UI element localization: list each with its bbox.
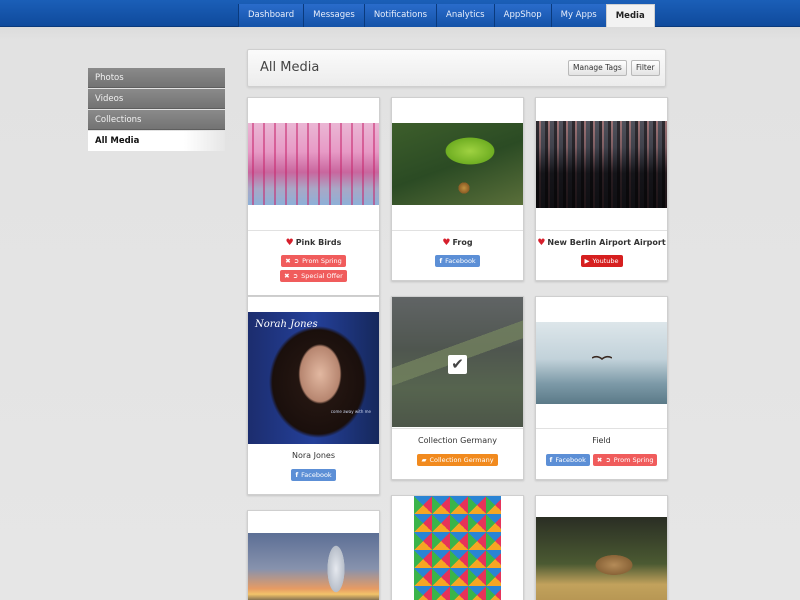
- media-card[interactable]: Field f Facebook ✖ ➲ Prom Spring: [535, 296, 668, 480]
- tag-badge[interactable]: f Facebook: [545, 454, 590, 466]
- tab-my-apps[interactable]: My Apps: [550, 4, 606, 27]
- top-navigation-bar: Dashboard Messages Notifications Analyti…: [0, 0, 800, 27]
- seabird-photo: [536, 322, 667, 404]
- tag-icon: ➲: [292, 272, 299, 280]
- media-card[interactable]: [391, 495, 524, 600]
- filter-button[interactable]: Filter: [631, 60, 660, 76]
- remove-icon[interactable]: ✖: [597, 456, 602, 464]
- airport-photo: [536, 121, 667, 208]
- media-card[interactable]: [247, 510, 380, 600]
- tag-badge[interactable]: ✖ ➲ Prom Spring: [281, 255, 346, 267]
- geyser-photo: [248, 533, 379, 600]
- media-card[interactable]: Norah Jones come away with me Nora Jones…: [247, 296, 380, 495]
- tag-icon: ➲: [293, 257, 300, 265]
- tab-analytics[interactable]: Analytics: [436, 4, 494, 27]
- tag-badge[interactable]: ▶ Youtube: [580, 255, 623, 267]
- media-title: Collection Germany: [418, 436, 497, 445]
- facebook-icon: f: [295, 471, 299, 479]
- tag-badge[interactable]: ▰ Collection Germany: [417, 454, 498, 466]
- bird-icon: [592, 355, 612, 361]
- tag-badge[interactable]: ✖ ➲ Special Offer: [280, 270, 347, 282]
- tab-messages[interactable]: Messages: [303, 4, 364, 27]
- media-card[interactable]: ♥ Pink Birds ✖ ➲ Prom Spring ✖ ➲ Special Offe…: [247, 97, 380, 296]
- media-sidebar: Photos Videos Collections All Media: [88, 68, 225, 152]
- youtube-icon: ▶: [584, 257, 590, 265]
- landscape-photo: ✔: [392, 297, 523, 427]
- folder-icon: ▰: [421, 456, 427, 464]
- sidebar-item-all-media[interactable]: All Media: [88, 131, 225, 151]
- media-card[interactable]: ♥ Frog f Facebook: [391, 97, 524, 281]
- tab-notifications[interactable]: Notifications: [363, 4, 437, 27]
- media-card[interactable]: ♥ New Berlin Airport Airport ▶ Youtube: [535, 97, 668, 281]
- sidebar-item-photos[interactable]: Photos: [88, 68, 225, 88]
- frog-photo: [392, 123, 523, 205]
- tag-badge[interactable]: f Facebook: [291, 469, 336, 481]
- album-cover: Norah Jones come away with me: [248, 312, 379, 444]
- sidebar-item-videos[interactable]: Videos: [88, 89, 225, 109]
- media-title: ♥ Frog: [442, 238, 473, 248]
- media-card[interactable]: [535, 495, 668, 600]
- facebook-icon: f: [549, 456, 553, 464]
- facebook-icon: f: [439, 257, 443, 265]
- tag-badge[interactable]: ✖ ➲ Prom Spring: [592, 454, 658, 466]
- tag-icon: ➲: [605, 456, 611, 464]
- tab-media[interactable]: Media: [605, 4, 655, 27]
- tag-badge[interactable]: f Facebook: [435, 255, 480, 267]
- media-title: Nora Jones: [291, 451, 336, 460]
- remove-icon[interactable]: ✖: [285, 257, 290, 265]
- checkbox-checked-icon[interactable]: ✔: [448, 355, 467, 374]
- media-title: ♥ Pink Birds: [285, 238, 342, 248]
- remove-icon[interactable]: ✖: [284, 272, 289, 280]
- media-title: ♥ New Berlin Airport Airport: [537, 238, 666, 248]
- content-header: All Media Manage Tags Filter: [247, 49, 666, 87]
- tab-dashboard[interactable]: Dashboard: [238, 4, 304, 27]
- media-card-selected[interactable]: ✔ Collection Germany ▰ Collection Germany: [391, 296, 524, 480]
- heart-icon[interactable]: ♥: [442, 238, 450, 248]
- main-nav: Dashboard Messages Notifications Analyti…: [238, 4, 655, 27]
- page-title: All Media: [260, 60, 320, 75]
- sidebar-item-collections[interactable]: Collections: [88, 110, 225, 130]
- mosaic-artwork: [414, 496, 501, 600]
- manage-tags-button[interactable]: Manage Tags: [568, 60, 627, 76]
- media-title: Field: [592, 436, 611, 445]
- heart-icon[interactable]: ♥: [286, 238, 294, 248]
- heart-icon[interactable]: ♥: [537, 238, 545, 248]
- flamingo-photo: [248, 123, 379, 205]
- tab-appshop[interactable]: AppShop: [493, 4, 551, 27]
- coyote-photo: [536, 517, 667, 600]
